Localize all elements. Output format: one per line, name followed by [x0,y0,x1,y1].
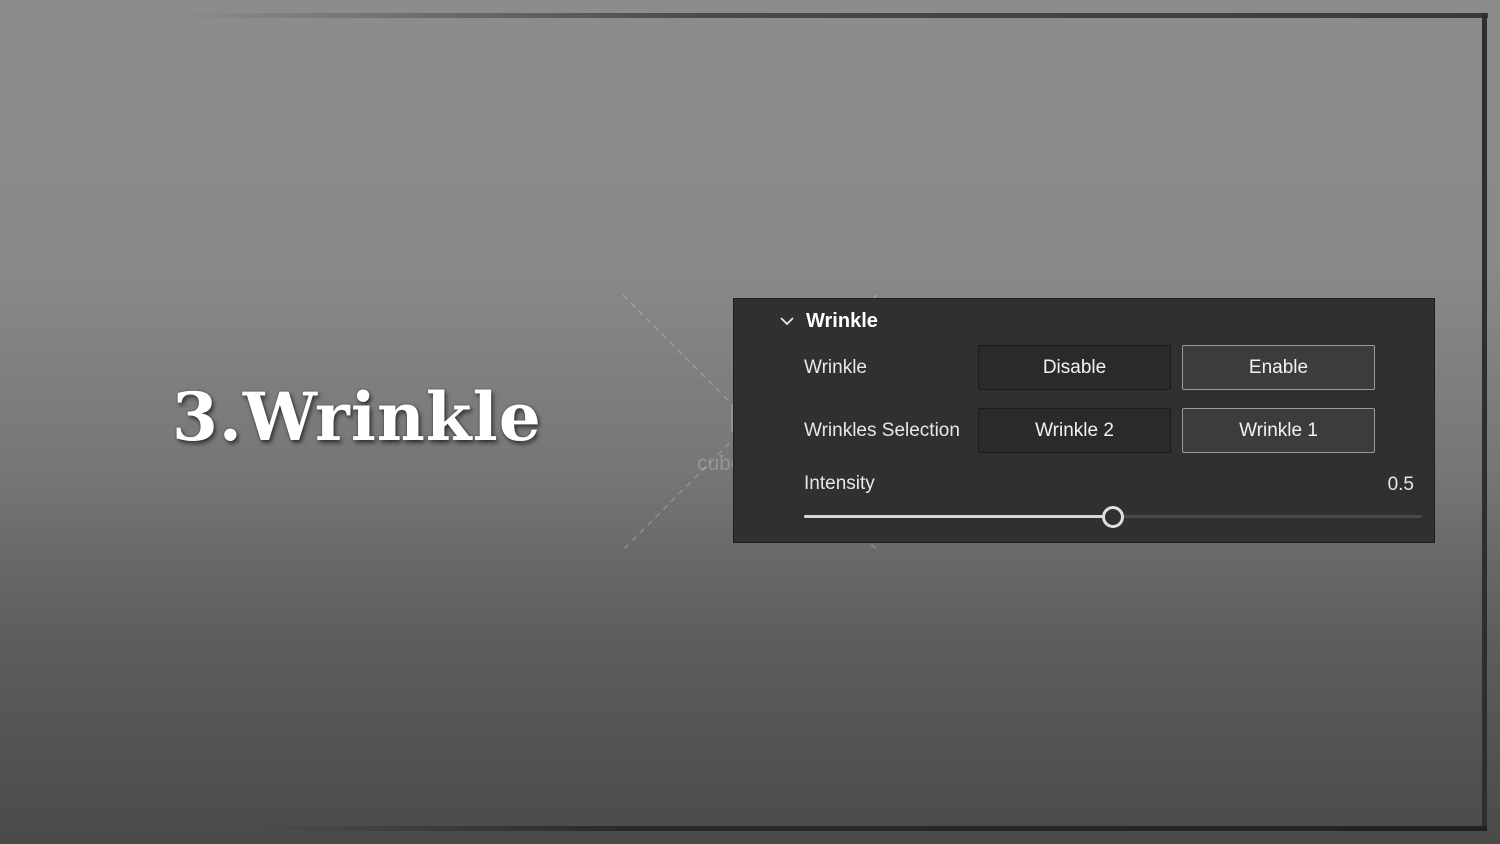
panel-header[interactable]: Wrinkle [778,309,878,333]
intensity-value[interactable]: 0.5 [1388,474,1414,496]
intensity-label: Intensity [804,473,875,494]
frame-right-border [1482,13,1487,831]
panel-title: Wrinkle [806,309,878,332]
slider-thumb[interactable] [1102,506,1124,528]
wrinkle-panel: Wrinkle Wrinkle Disable Enable Wrinkles … [733,298,1435,543]
wrinkle-2-button[interactable]: Wrinkle 2 [978,408,1171,453]
slider-fill [804,515,1113,518]
frame-top-border [180,13,1488,18]
wrinkle-label: Wrinkle [804,357,867,378]
disable-button[interactable]: Disable [978,345,1171,390]
wrinkles-selection-label: Wrinkles Selection [804,420,960,441]
frame-bottom-border [260,826,1487,831]
intensity-slider[interactable] [804,503,1422,531]
wrinkle-1-button[interactable]: Wrinkle 1 [1182,408,1375,453]
chevron-down-icon[interactable] [778,312,796,330]
slide-title: 3.Wrinkle [172,378,542,456]
enable-button[interactable]: Enable [1182,345,1375,390]
